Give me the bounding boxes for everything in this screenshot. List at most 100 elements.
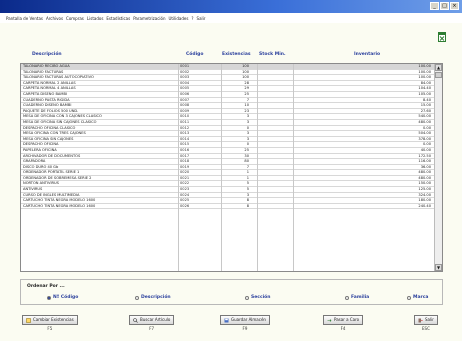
cell-code: 0025 <box>180 198 190 203</box>
cell-description: DESPACHO OFICINA <box>23 142 59 147</box>
cell-description: TALONARIO FACTURAS <box>23 69 64 74</box>
cell-inventory: 116.00 <box>418 159 431 164</box>
cell-inventory: 504.00 <box>418 131 431 136</box>
change-stock-button[interactable]: Cambiar Existencias <box>22 315 78 325</box>
minimize-button[interactable]: _ <box>430 2 439 10</box>
action-bar: Cambiar Existencias F5 Buscar Artículo F… <box>0 315 462 341</box>
cell-description: CARPETA NORMAL 2 ANILLAS <box>23 80 76 85</box>
excel-export-icon[interactable] <box>438 32 446 42</box>
sort-panel: Ordenar Por ... Nº Código Descripción Se… <box>20 279 443 305</box>
exit-button[interactable]: Salir <box>414 315 438 325</box>
sort-option-label: Marca <box>413 295 429 300</box>
column-divider <box>221 64 222 271</box>
cell-inventory: 240.40 <box>418 203 431 208</box>
cell-inventory: 0.00 <box>422 142 431 147</box>
sort-option-seccion[interactable]: Sección <box>245 295 270 300</box>
cell-code: 0004 <box>180 80 190 85</box>
cell-stock: 25 <box>244 91 249 96</box>
shortcut-label: F5 <box>47 326 53 331</box>
close-button[interactable]: × <box>450 2 459 10</box>
cell-code: 0006 <box>180 91 190 96</box>
menu-item-salir[interactable]: Salir <box>197 16 206 21</box>
button-label: Guardar Almacén <box>231 317 266 322</box>
cell-stock: 3 <box>246 192 249 197</box>
scroll-thumb[interactable] <box>435 72 442 78</box>
cell-stock: 80 <box>244 159 249 164</box>
transfer-icon <box>327 318 332 322</box>
radio-selected-icon[interactable] <box>47 295 51 300</box>
menu-item-help[interactable]: ? <box>191 16 193 21</box>
scroll-up-icon[interactable]: ▲ <box>435 64 442 71</box>
cell-stock: 28 <box>244 80 249 85</box>
cell-stock: 7 <box>246 164 249 169</box>
cell-inventory: 125.00 <box>418 187 431 192</box>
cell-description: DESPACHO OFICINA CLASICO <box>23 125 76 130</box>
header-stock-min[interactable]: Stock Min. <box>259 52 286 57</box>
sort-option-codigo[interactable]: Nº Código <box>47 295 78 300</box>
cell-description: GRAPADORA <box>23 159 46 164</box>
cell-code: 0020 <box>180 170 190 175</box>
sort-option-familia[interactable]: Familia <box>345 295 369 300</box>
cell-description: CUADERNO DISEÑO BAMBI <box>23 103 72 108</box>
menu-item-archivos[interactable]: Archivos <box>46 16 63 21</box>
cell-inventory: 378.00 <box>418 136 431 141</box>
cell-stock: 10 <box>244 103 249 108</box>
edit-icon <box>26 317 31 323</box>
cell-description: CUADERNO PASTA RIGIDA <box>23 97 70 102</box>
search-article-button[interactable]: Buscar Artículo <box>129 315 175 325</box>
menu-item-estadisticas[interactable]: Estadísticas <box>106 16 130 21</box>
sort-option-marca[interactable]: Marca <box>407 295 428 300</box>
vertical-scrollbar[interactable]: ▲ ▼ <box>434 64 442 271</box>
cell-description: ORDENADOR DE SOBREMESA SERIE 2 <box>23 175 92 180</box>
cell-stock: 5 <box>246 187 249 192</box>
save-warehouse-button[interactable]: Guardar Almacén <box>220 315 270 325</box>
cell-inventory: 480.00 <box>418 175 431 180</box>
main-panel: Descripción Código Existencias Stock Min… <box>0 23 462 341</box>
cell-description: ANTIVIRUS <box>23 187 43 192</box>
sort-option-label: Nº Código <box>53 295 79 300</box>
pass-to-cart-group: Pasar a Caro F4 <box>323 315 364 331</box>
cell-code: 0026 <box>180 203 190 208</box>
cell-code: 0019 <box>180 164 190 169</box>
radio-icon[interactable] <box>407 295 411 300</box>
cell-inventory: 105.00 <box>418 91 431 96</box>
change-stock-group: Cambiar Existencias F5 <box>22 315 78 331</box>
menu-item-utilidades[interactable]: Utilidades <box>169 16 189 21</box>
cell-code: 0016 <box>180 147 190 152</box>
menu-item-parametrizacion[interactable]: Parametrización <box>133 16 165 21</box>
cell-stock: 100 <box>242 64 249 68</box>
header-inventory[interactable]: Inventario <box>354 52 380 57</box>
cell-stock: 3 <box>246 119 249 124</box>
cell-code: 0018 <box>180 159 190 164</box>
menu-item-compras[interactable]: Compras <box>66 16 84 21</box>
products-table: TALONARIO RECIBO AGUA 0001 100 100.00 TALONA… <box>20 63 443 272</box>
cell-inventory: 15.00 <box>420 103 431 108</box>
shortcut-label: ESC <box>422 326 430 331</box>
radio-icon[interactable] <box>345 295 349 300</box>
cell-stock: 100 <box>242 75 249 80</box>
cell-stock: 0 <box>246 125 249 130</box>
column-divider <box>293 64 294 271</box>
menu-item-listados[interactable]: Listados <box>87 16 104 21</box>
cell-stock: 0 <box>246 142 249 147</box>
cell-code: 0003 <box>180 75 190 80</box>
header-stock[interactable]: Existencias <box>222 52 251 57</box>
pass-to-cart-button[interactable]: Pasar a Caro <box>323 315 364 325</box>
cell-stock: 30 <box>244 153 249 158</box>
cell-stock: 3 <box>246 136 249 141</box>
sort-option-label: Sección <box>251 295 271 300</box>
cell-code: 0010 <box>180 114 190 119</box>
cell-inventory: 324.00 <box>418 192 431 197</box>
header-code[interactable]: Código <box>186 52 203 57</box>
maximize-button[interactable]: □ <box>440 2 449 10</box>
scroll-down-icon[interactable]: ▼ <box>435 264 442 271</box>
menu-item-pantalla-ventas[interactable]: Pantalla de Ventas <box>6 16 43 21</box>
sort-option-descripcion[interactable]: Descripción <box>135 295 171 300</box>
header-description[interactable]: Descripción <box>32 52 62 57</box>
radio-icon[interactable] <box>245 295 249 300</box>
cell-description: MESA OFICINA CON TRES CAJONES <box>23 131 86 136</box>
radio-icon[interactable] <box>135 295 139 300</box>
cell-code: 0001 <box>180 64 190 68</box>
table-row[interactable]: CARTUCHO TINTA NEGRA MODELO 1600 0026 8 240… <box>21 204 435 210</box>
cell-inventory: 100.00 <box>418 69 431 74</box>
